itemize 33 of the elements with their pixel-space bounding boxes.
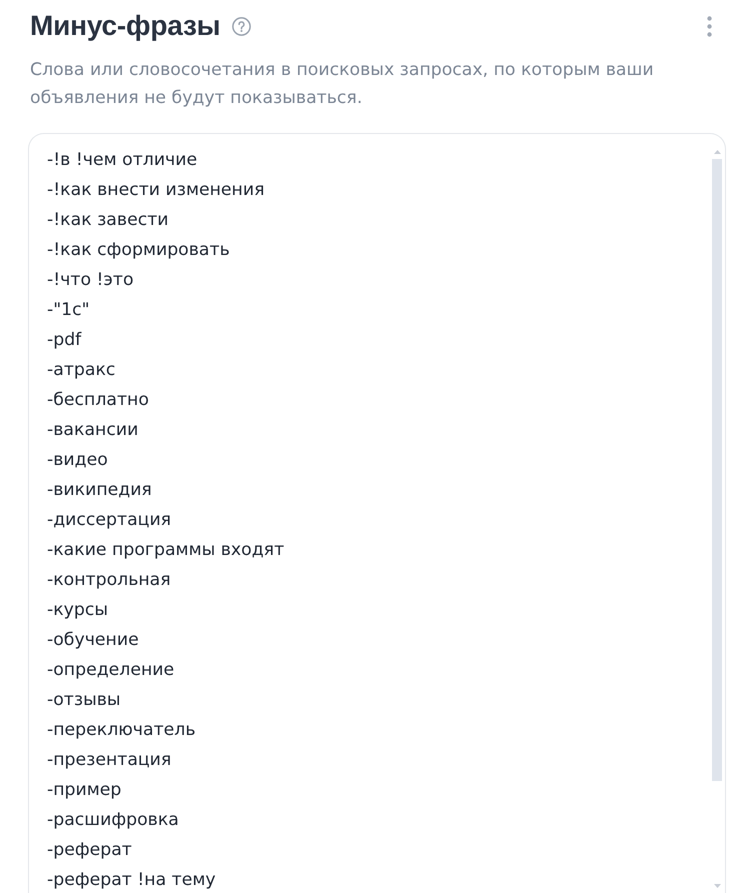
- scrollbar-thumb[interactable]: [712, 159, 722, 781]
- phrase-line: -диссертация: [47, 509, 172, 531]
- phrase-line: -!как внести изменения: [47, 179, 264, 201]
- phrase-line: -википедия: [47, 479, 152, 501]
- phrase-line: -отзывы: [47, 689, 121, 711]
- phrase-line: -!в !чем отличие: [47, 149, 198, 171]
- phrase-line: -реферат: [47, 839, 132, 861]
- caret-up-icon[interactable]: [714, 150, 720, 154]
- phrase-line: -"1с": [47, 299, 90, 321]
- help-icon[interactable]: [232, 17, 252, 36]
- phrase-line: -!как сформировать: [47, 239, 230, 261]
- caret-down-icon[interactable]: [714, 884, 720, 888]
- phrase-line: -курсы: [47, 599, 108, 621]
- phrase-line: -пример: [47, 779, 122, 801]
- phrase-line: -вакансии: [47, 419, 138, 441]
- description-text: Слова или словосочетания в поисковых запросах, по которым ваши объявления не будут показываться.: [30, 59, 655, 110]
- phrase-line: -какие программы входят: [47, 539, 284, 561]
- phrase-line: -атракс: [47, 359, 116, 381]
- phrase-line: -!как завести: [47, 209, 169, 231]
- phrase-line: -контрольная: [47, 569, 171, 591]
- phrase-line: -видео: [47, 449, 108, 471]
- phrase-line: -презентация: [47, 749, 172, 771]
- phrase-line: -обучение: [47, 629, 139, 651]
- minus-phrases-field[interactable]: [28, 133, 726, 893]
- section-title: Минус-фразы: [30, 9, 220, 43]
- phrase-line: -бесплатно: [47, 389, 149, 411]
- phrase-line: -pdf: [47, 329, 82, 351]
- phrase-line: -расшифровка: [47, 809, 179, 831]
- phrase-line: -реферат !на тему: [47, 869, 216, 891]
- more-options-icon[interactable]: [707, 16, 712, 36]
- phrase-line: -!что !это: [47, 269, 134, 291]
- phrase-line: -переключатель: [47, 719, 196, 741]
- phrase-line: -определение: [47, 659, 174, 681]
